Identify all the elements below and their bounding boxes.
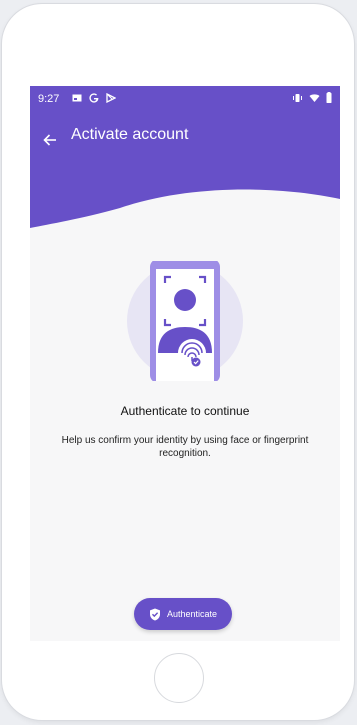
header-wave bbox=[30, 156, 340, 228]
authenticate-button-label: Authenticate bbox=[166, 609, 218, 619]
auth-headline: Authenticate to continue bbox=[120, 404, 250, 418]
phone-screen: 9:27 Activate account Authenticate to co… bbox=[30, 86, 340, 641]
biometric-illustration bbox=[127, 261, 243, 381]
back-button[interactable] bbox=[38, 128, 62, 152]
status-system-icons bbox=[292, 92, 332, 103]
fingerprint-icon bbox=[178, 339, 206, 367]
gallery-icon bbox=[72, 94, 82, 102]
status-bar: 9:27 bbox=[30, 86, 340, 112]
wifi-icon bbox=[309, 93, 320, 102]
google-icon bbox=[89, 93, 99, 103]
auth-description: Help us confirm your identity by using f… bbox=[61, 435, 309, 459]
play-store-icon bbox=[106, 93, 116, 103]
authenticate-button[interactable]: Authenticate bbox=[134, 598, 232, 630]
page-title: Activate account bbox=[71, 126, 189, 143]
home-button[interactable] bbox=[154, 653, 204, 703]
check-badge-icon bbox=[191, 357, 201, 367]
vibrate-icon bbox=[293, 93, 302, 102]
device: 9:27 Activate account Authenticate to co… bbox=[0, 0, 357, 725]
status-time: 9:27 bbox=[38, 93, 60, 105]
arrow-left-icon bbox=[43, 134, 56, 146]
status-notifications bbox=[72, 92, 116, 104]
battery-icon bbox=[326, 92, 332, 103]
shield-check-icon bbox=[149, 608, 160, 620]
